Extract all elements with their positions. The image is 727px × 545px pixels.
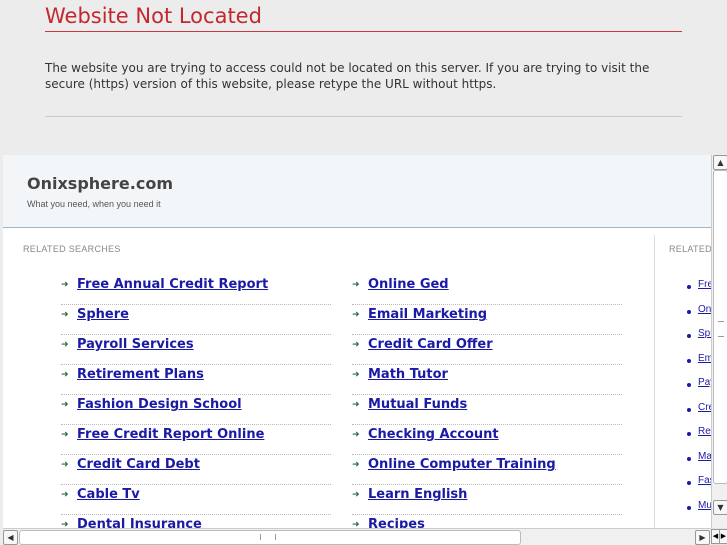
error-message: The website you are trying to access cou… (45, 61, 650, 91)
search-link[interactable]: Math Tutor (368, 367, 448, 382)
related-searches-title: RELATED SEARCHES (23, 244, 121, 254)
arrow-right-icon: ➜ (352, 280, 360, 290)
arrow-right-icon: ➜ (61, 370, 69, 380)
related-sidebar: RELATED Fre Onl Sph Em Pay Cre Ret Ma Fa… (654, 235, 716, 545)
bullet-icon (687, 481, 691, 485)
arrow-right-icon: ➜ (61, 430, 69, 440)
left-link-column: ➜ Free Annual Credit Report ➜ Sphere ➜ Payr… (61, 275, 331, 545)
list-item: ➜ Free Annual Credit Report (61, 275, 331, 305)
search-link[interactable]: Free Annual Credit Report (77, 277, 268, 292)
scrollbar-corner: ◀ ▶ (711, 528, 727, 545)
search-link[interactable]: Credit Card Offer (368, 337, 493, 352)
bullet-icon (687, 383, 691, 387)
arrow-right-icon: ➜ (352, 460, 360, 470)
search-link[interactable]: Free Credit Report Online (77, 427, 264, 442)
site-header: Onixsphere.com What you need, when you n… (3, 155, 711, 228)
scroll-down-icon[interactable]: ▼ (713, 500, 727, 515)
search-link[interactable]: Checking Account (368, 427, 499, 442)
arrow-right-icon: ➜ (352, 430, 360, 440)
list-item: ➜ Online Ged (352, 275, 622, 305)
bullet-icon (687, 285, 691, 289)
arrow-right-icon: ➜ (61, 280, 69, 290)
search-link[interactable]: Credit Card Debt (77, 457, 200, 472)
message-divider (45, 116, 682, 117)
title-divider (45, 31, 682, 32)
list-item: ➜ Email Marketing (352, 305, 622, 335)
bullet-icon (687, 310, 691, 314)
search-link[interactable]: Sphere (77, 307, 129, 322)
list-item: ➜ Payroll Services (61, 335, 331, 365)
horizontal-scroll-thumb[interactable] (19, 530, 521, 545)
arrow-right-icon: ➜ (61, 460, 69, 470)
search-link[interactable]: Mutual Funds (368, 397, 467, 412)
arrow-right-icon: ➜ (61, 340, 69, 350)
list-item: ➜ Fashion Design School (61, 395, 331, 425)
sidebar-link[interactable]: Mu (698, 500, 712, 511)
sidebar-title: RELATED (669, 244, 712, 254)
search-link[interactable]: Email Marketing (368, 307, 487, 322)
arrow-right-icon: ➜ (352, 310, 360, 320)
bullet-icon (687, 408, 691, 412)
related-searches-panel: RELATED SEARCHES ➜ Free Annual Credit Rep… (3, 235, 654, 545)
arrow-right-icon: ➜ (352, 340, 360, 350)
arrow-right-icon: ➜ (352, 490, 360, 500)
list-item: ➜ Checking Account (352, 425, 622, 455)
error-title: Website Not Located (45, 4, 262, 28)
horizontal-scrollbar[interactable]: ◀ ▶ (3, 528, 711, 545)
list-item: ➜ Online Computer Training (352, 455, 622, 485)
scroll-right-icon[interactable]: ▶ (695, 530, 710, 545)
list-item: ➜ Cable Tv (61, 485, 331, 515)
grip-icon (260, 534, 276, 540)
vertical-scrollbar[interactable]: ▲ ▼ (711, 155, 727, 528)
arrow-right-icon: ➜ (61, 400, 69, 410)
scroll-up-icon[interactable]: ▲ (713, 155, 727, 170)
list-item: ➜ Sphere (61, 305, 331, 335)
scroll-right-icon[interactable]: ▶ (719, 529, 727, 544)
list-item: ➜ Free Credit Report Online (61, 425, 331, 455)
list-item: ➜ Math Tutor (352, 365, 622, 395)
list-item: ➜ Retirement Plans (61, 365, 331, 395)
arrow-right-icon: ➜ (61, 310, 69, 320)
vertical-scroll-thumb[interactable] (713, 170, 727, 484)
list-item: ➜ Credit Card Debt (61, 455, 331, 485)
list-item: ➜ Credit Card Offer (352, 335, 622, 365)
search-link[interactable]: Online Ged (368, 277, 449, 292)
right-link-column: ➜ Online Ged ➜ Email Marketing ➜ Credit Car… (352, 275, 622, 545)
sidebar-link[interactable]: Ma (698, 451, 712, 462)
bullet-icon (687, 432, 691, 436)
bullet-icon (687, 334, 691, 338)
bullet-icon (687, 457, 691, 461)
search-link[interactable]: Learn English (368, 487, 467, 502)
site-tagline: What you need, when you need it (27, 199, 161, 209)
search-link[interactable]: Online Computer Training (368, 457, 556, 472)
list-item: ➜ Learn English (352, 485, 622, 515)
scroll-left-icon[interactable]: ◀ (3, 530, 18, 545)
search-link[interactable]: Retirement Plans (77, 367, 204, 382)
bullet-icon (687, 359, 691, 363)
site-name: Onixsphere.com (27, 174, 173, 193)
search-link[interactable]: Payroll Services (77, 337, 194, 352)
search-link[interactable]: Cable Tv (77, 487, 140, 502)
list-item: ➜ Mutual Funds (352, 395, 622, 425)
error-panel: Website Not Located The website you are … (0, 0, 727, 155)
arrow-right-icon: ➜ (352, 370, 360, 380)
arrow-right-icon: ➜ (61, 490, 69, 500)
grip-icon (718, 321, 724, 337)
parked-page-frame: Onixsphere.com What you need, when you n… (3, 155, 727, 545)
search-link[interactable]: Fashion Design School (77, 397, 242, 412)
arrow-right-icon: ➜ (352, 400, 360, 410)
bullet-icon (687, 506, 691, 510)
